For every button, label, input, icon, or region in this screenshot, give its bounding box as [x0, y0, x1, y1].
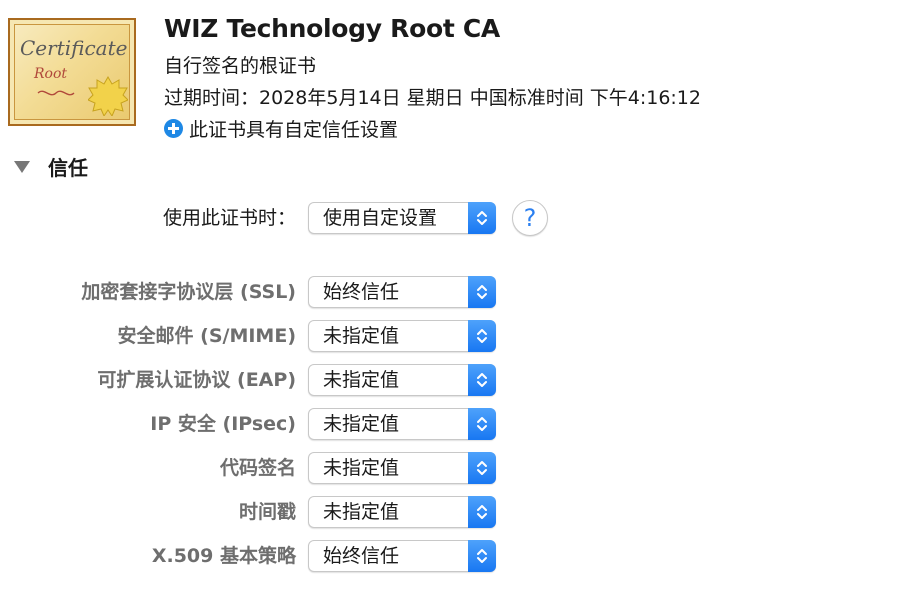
stepper-arrows-icon [468, 320, 496, 352]
stepper-arrows-icon [468, 452, 496, 484]
certificate-icon: Certificate Root [8, 18, 136, 126]
when-using-popup[interactable]: 使用自定设置 [308, 202, 496, 234]
trust-popup-smime[interactable]: 未指定值 [308, 320, 496, 352]
custom-trust-notice: 此证书具有自定信任设置 [164, 115, 398, 142]
trust-popup-code-signing[interactable]: 未指定值 [308, 452, 496, 484]
certificate-icon-subtitle: Root [34, 66, 68, 82]
trust-label-ssl: 加密套接字协议层 (SSL) [81, 281, 296, 303]
certificate-icon-title: Certificate [20, 36, 128, 60]
trust-popup-ipsec[interactable]: 未指定值 [308, 408, 496, 440]
when-using-label: 使用此证书时： [162, 207, 296, 229]
plus-circle-icon [164, 119, 183, 138]
trust-label-eap: 可扩展认证协议 (EAP) [97, 369, 296, 391]
certificate-name: WIZ Technology Root CA [164, 14, 500, 43]
popup-value: 未指定值 [323, 501, 400, 523]
disclosure-triangle-icon[interactable] [14, 160, 30, 173]
help-button[interactable]: ? [512, 200, 548, 236]
flourish-icon [37, 90, 75, 96]
stepper-arrows-icon [468, 202, 496, 234]
stepper-arrows-icon [468, 540, 496, 572]
stepper-arrows-icon [468, 364, 496, 396]
popup-value: 始终信任 [323, 281, 400, 303]
seal-icon [88, 76, 128, 116]
custom-trust-text: 此证书具有自定信任设置 [189, 119, 399, 141]
trust-disclosure[interactable]: 信任 [14, 152, 88, 181]
trust-label-smime: 安全邮件 (S/MIME) [117, 325, 296, 347]
stepper-arrows-icon [468, 276, 496, 308]
stepper-arrows-icon [468, 408, 496, 440]
trust-popup-x509-basic-policy[interactable]: 始终信任 [308, 540, 496, 572]
popup-value: 未指定值 [323, 457, 400, 479]
trust-label-ipsec: IP 安全 (IPsec) [150, 413, 296, 435]
popup-value: 未指定值 [323, 325, 400, 347]
trust-section-label: 信任 [48, 156, 88, 180]
trust-label-timestamping: 时间戳 [238, 501, 296, 523]
trust-label-x509-basic-policy: X.509 基本策略 [151, 545, 296, 567]
certificate-expiry: 过期时间：2028年5月14日 星期日 中国标准时间 下午4:16:12 [164, 87, 701, 109]
popup-value: 未指定值 [323, 369, 400, 391]
trust-popup-eap[interactable]: 未指定值 [308, 364, 496, 396]
popup-value: 未指定值 [323, 413, 400, 435]
popup-value: 使用自定设置 [323, 207, 438, 229]
trust-popup-timestamping[interactable]: 未指定值 [308, 496, 496, 528]
certificate-type: 自行签名的根证书 [164, 55, 317, 77]
stepper-arrows-icon [468, 496, 496, 528]
trust-popup-ssl[interactable]: 始终信任 [308, 276, 496, 308]
trust-label-code-signing: 代码签名 [219, 457, 296, 479]
popup-value: 始终信任 [323, 545, 400, 567]
